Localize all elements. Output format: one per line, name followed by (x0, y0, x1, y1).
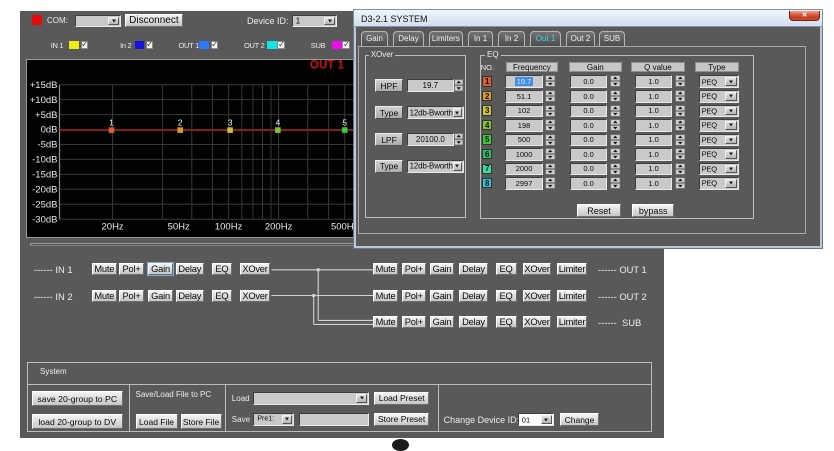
svg-text:+10dB: +10dB (30, 94, 58, 105)
svg-text:OUT 1: OUT 1 (310, 59, 344, 71)
svg-text:20Hz: 20Hz (102, 221, 124, 232)
svg-text:-5dB: -5dB (37, 139, 57, 150)
svg-text:-10dB: -10dB (32, 154, 57, 165)
svg-text:-15dB: -15dB (32, 169, 57, 180)
svg-text:-30dB: -30dB (32, 214, 57, 225)
svg-text:100Hz: 100Hz (215, 221, 243, 232)
svg-text:+15dB: +15dB (30, 79, 58, 90)
svg-text:5: 5 (342, 117, 347, 127)
svg-text:1: 1 (109, 117, 114, 127)
svg-text:0dB: 0dB (41, 124, 58, 135)
svg-text:4: 4 (276, 117, 281, 127)
svg-text:+5dB: +5dB (35, 109, 57, 120)
svg-text:-20dB: -20dB (32, 184, 57, 195)
svg-text:200Hz: 200Hz (265, 221, 293, 232)
svg-text:3: 3 (228, 117, 233, 127)
svg-text:50Hz: 50Hz (168, 221, 190, 232)
svg-text:2: 2 (178, 117, 183, 127)
svg-text:-25dB: -25dB (32, 199, 57, 210)
